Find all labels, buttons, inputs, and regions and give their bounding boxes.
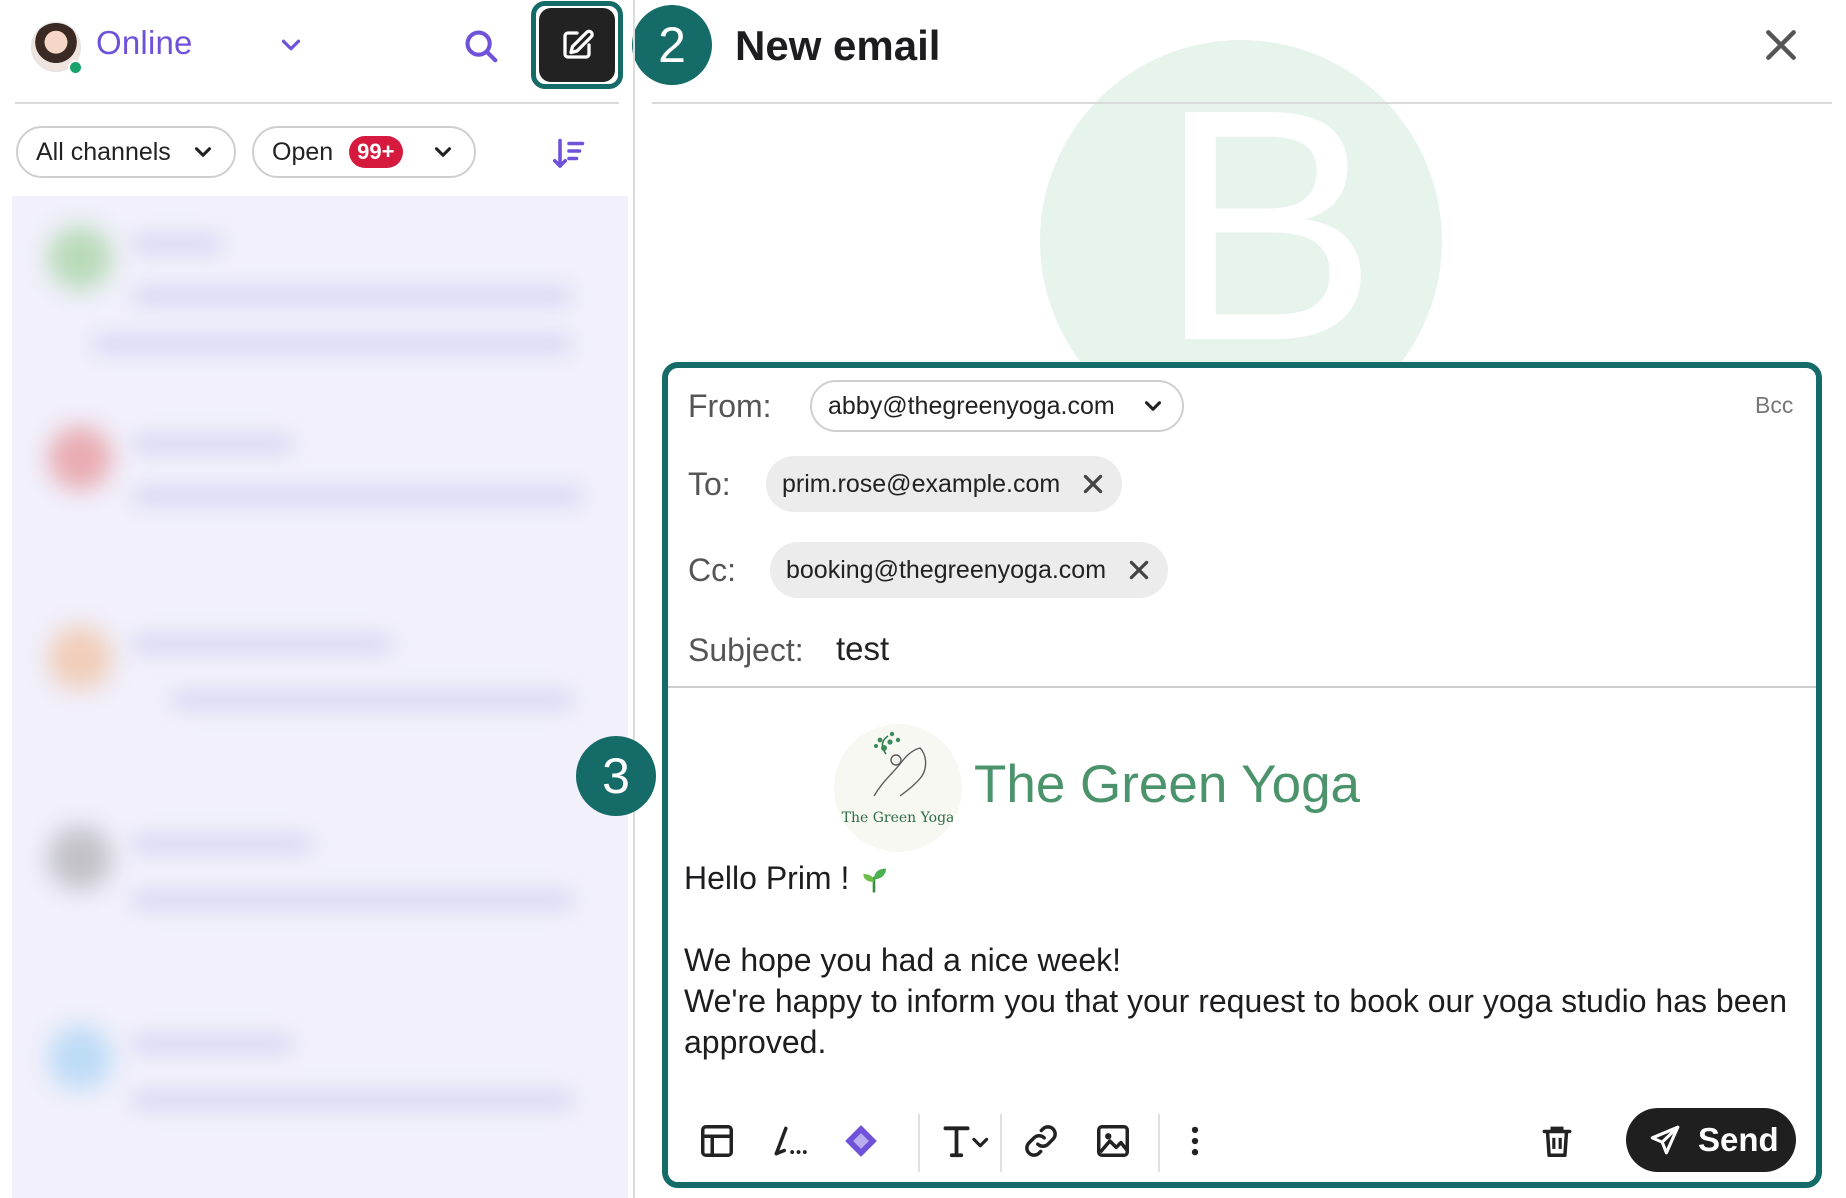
chevron-down-icon <box>1144 401 1162 411</box>
blurred-text <box>132 436 292 452</box>
panel-divider <box>633 0 635 1198</box>
status-filter[interactable]: Open 99+ <box>252 126 476 178</box>
divider <box>15 102 619 104</box>
from-label: From: <box>688 388 772 424</box>
blurred-text <box>172 692 572 708</box>
blurred-text <box>132 1036 292 1052</box>
text-format-icon[interactable] <box>940 1122 992 1160</box>
send-icon <box>1650 1125 1680 1155</box>
from-select[interactable]: abby@thegreenyoga.com <box>810 380 1184 432</box>
body-greeting-text: Hello Prim ! <box>684 860 859 896</box>
count-badge: 99+ <box>349 136 403 168</box>
avatar <box>48 426 112 490</box>
channel-filter-label: All channels <box>36 137 171 166</box>
sort-icon[interactable] <box>551 136 587 172</box>
online-status-dot <box>68 60 83 75</box>
list-item[interactable] <box>12 596 628 776</box>
to-recipient-chip[interactable]: prim.rose@example.com <box>766 456 1123 512</box>
logo-caption: The Green Yoga <box>841 810 955 826</box>
send-label: Send <box>1698 1121 1779 1158</box>
cc-recipient: booking@thegreenyoga.com <box>786 555 1107 584</box>
avatar <box>48 1026 112 1090</box>
list-item[interactable] <box>12 396 628 576</box>
chevron-down-icon[interactable] <box>276 30 306 60</box>
cc-recipient-chip[interactable]: booking@thegreenyoga.com <box>770 542 1169 598</box>
avatar <box>48 626 112 690</box>
compose-title: New email <box>735 22 941 69</box>
brand-name: The Green Yoga <box>974 755 1361 814</box>
template-icon[interactable] <box>698 1122 736 1160</box>
close-icon[interactable] <box>1762 26 1800 64</box>
avatar <box>48 226 112 290</box>
yoga-figure-icon <box>873 731 927 797</box>
close-icon[interactable] <box>1126 557 1152 583</box>
compose-button[interactable] <box>539 8 615 82</box>
link-icon[interactable] <box>1022 1122 1060 1160</box>
blurred-text <box>132 488 582 504</box>
trash-icon[interactable] <box>1538 1122 1576 1160</box>
toolbar-separator <box>1158 1114 1160 1172</box>
toolbar-separator <box>1000 1114 1002 1172</box>
status-selector-label[interactable]: Online <box>96 24 193 62</box>
list-item[interactable] <box>12 796 628 976</box>
to-recipient: prim.rose@example.com <box>782 469 1061 498</box>
body-line[interactable]: approved. <box>684 1024 826 1061</box>
body-line[interactable]: We hope you had a nice week! <box>684 942 1121 979</box>
chevron-down-icon <box>194 147 212 157</box>
body-greeting[interactable]: Hello Prim ! <box>684 860 890 897</box>
compose-icon <box>563 29 594 59</box>
blurred-text <box>132 1092 572 1108</box>
brand-logo: The Green Yoga <box>834 724 962 852</box>
list-item[interactable] <box>12 196 628 376</box>
from-value: abby@thegreenyoga.com <box>828 391 1115 420</box>
conversation-list[interactable] <box>12 196 628 1198</box>
background-logo-letter: B <box>1158 40 1379 409</box>
blurred-text <box>132 636 392 652</box>
subject-label: Subject: <box>688 632 804 668</box>
conversation-sidebar: Online 2 All channels Open 99+ <box>0 0 712 1198</box>
sprout-icon <box>863 868 887 893</box>
image-icon[interactable] <box>1094 1122 1132 1160</box>
list-item[interactable] <box>12 996 628 1176</box>
blurred-text <box>92 336 572 352</box>
toolbar-separator <box>918 1114 920 1172</box>
subject-input[interactable]: test <box>836 630 889 668</box>
editor-toolbar: Send <box>668 1100 1816 1182</box>
blurred-text <box>132 836 312 852</box>
step-badge-2: 2 <box>632 5 712 85</box>
ai-icon[interactable] <box>842 1122 880 1160</box>
send-button[interactable]: Send <box>1626 1108 1796 1172</box>
body-line[interactable]: We're happy to inform you that your requ… <box>684 983 1787 1020</box>
avatar <box>48 826 112 890</box>
divider <box>668 686 1816 688</box>
search-icon[interactable] <box>462 27 500 65</box>
status-filter-label: Open <box>272 137 334 166</box>
close-icon[interactable] <box>1080 471 1106 497</box>
cc-label: Cc: <box>688 552 736 588</box>
signature-icon[interactable] <box>770 1122 808 1160</box>
step-badge-3: 3 <box>576 736 656 816</box>
to-label: To: <box>688 466 731 502</box>
bcc-button[interactable]: Bcc <box>1755 392 1793 419</box>
blurred-text <box>132 288 572 304</box>
blurred-text <box>132 892 572 908</box>
channel-filter[interactable]: All channels <box>16 126 236 178</box>
chevron-down-icon <box>434 147 452 157</box>
more-icon[interactable] <box>1176 1122 1214 1160</box>
blurred-text <box>132 236 222 252</box>
email-compose-form: From: abby@thegreenyoga.com Bcc To: prim… <box>662 362 1822 1188</box>
divider <box>652 102 1832 104</box>
